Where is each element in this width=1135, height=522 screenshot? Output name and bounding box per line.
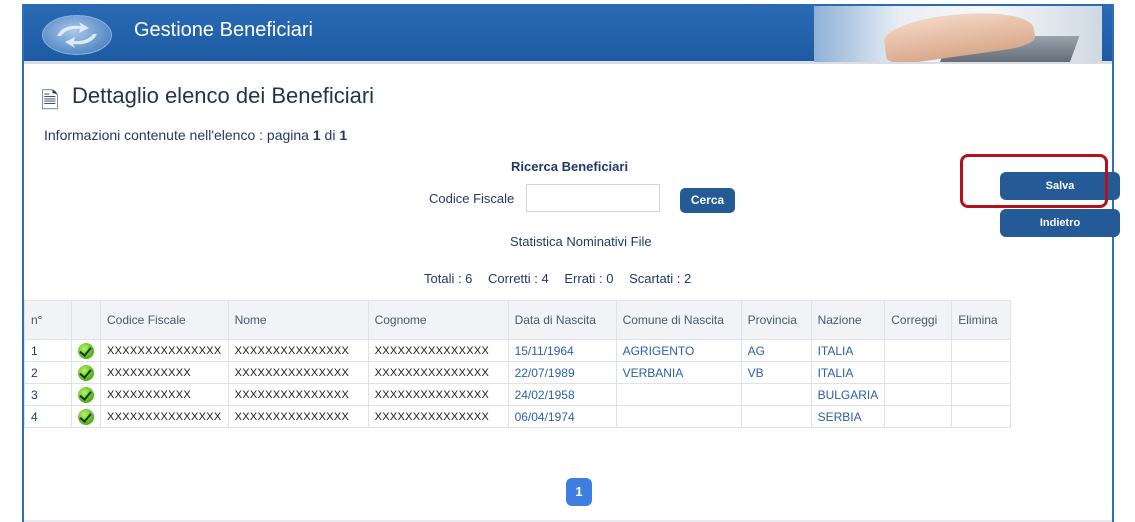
cell-correggi[interactable] bbox=[884, 383, 953, 406]
cell-codice-fiscale: XXXXXXXXXXX bbox=[100, 383, 229, 406]
cell-data-nascita: 22/07/1989 bbox=[507, 361, 617, 384]
cell-comune-nascita: AGRIGENTO bbox=[615, 339, 742, 362]
col-header-nome: Nome bbox=[227, 300, 369, 340]
stat-errati: Errati : 0 bbox=[564, 271, 614, 286]
list-info-page-current: 1 bbox=[312, 127, 321, 143]
list-info-sep: di bbox=[320, 127, 340, 143]
pagination-page-1[interactable]: 1 bbox=[566, 478, 592, 506]
stat-scartati: Scartati : 2 bbox=[629, 271, 692, 286]
cell-n: 1 bbox=[24, 339, 72, 362]
cell-n: 3 bbox=[24, 383, 72, 406]
cell-elimina[interactable] bbox=[951, 383, 1012, 406]
cell-nome: XXXXXXXXXXXXXXX bbox=[227, 361, 369, 384]
cell-nome: XXXXXXXXXXXXXXX bbox=[227, 339, 369, 362]
col-header-nazione: Nazione bbox=[810, 300, 886, 340]
cell-elimina[interactable] bbox=[951, 339, 1012, 362]
col-header-comune-nascita: Comune di Nascita bbox=[615, 300, 742, 340]
cell-cognome: XXXXXXXXXXXXXXX bbox=[367, 405, 509, 428]
document-icon: 🗎 bbox=[41, 88, 59, 113]
cell-codice-fiscale: XXXXXXXXXXX bbox=[100, 361, 229, 384]
cell-cognome: XXXXXXXXXXXXXXX bbox=[367, 339, 509, 362]
cell-status bbox=[71, 383, 101, 406]
cell-elimina[interactable] bbox=[951, 405, 1012, 428]
app-title: Gestione Beneficiari bbox=[134, 19, 313, 41]
table-row: 3 XXXXXXXXXXX XXXXXXXXXXXXXXX XXXXXXXXXX… bbox=[24, 383, 1012, 406]
col-header-cognome: Cognome bbox=[367, 300, 509, 340]
indietro-button[interactable]: Indietro bbox=[1000, 209, 1120, 237]
table-row: 2 XXXXXXXXXXX XXXXXXXXXXXXXXX XXXXXXXXXX… bbox=[24, 361, 1012, 384]
cell-comune-nascita bbox=[615, 383, 742, 406]
cell-elimina[interactable] bbox=[951, 361, 1012, 384]
table-header-row: n° Codice Fiscale Nome Cognome Data di N… bbox=[24, 300, 1012, 340]
codice-fiscale-label: Codice Fiscale bbox=[429, 191, 515, 206]
stat-totali: Totali : 6 bbox=[424, 271, 473, 286]
cell-provincia: AG bbox=[740, 339, 812, 362]
cell-nazione: ITALIA bbox=[810, 361, 886, 384]
app-logo-icon bbox=[42, 15, 112, 55]
statistics-title: Statistica Nominativi File bbox=[510, 234, 652, 249]
cell-codice-fiscale: XXXXXXXXXXXXXXX bbox=[100, 405, 229, 428]
table-row: 1 XXXXXXXXXXXXXXX XXXXXXXXXXXXXXX XXXXXX… bbox=[24, 339, 1012, 362]
cell-correggi[interactable] bbox=[884, 361, 953, 384]
check-ok-icon bbox=[78, 386, 94, 403]
cell-status bbox=[71, 405, 101, 428]
list-info-page-total: 1 bbox=[339, 127, 348, 143]
search-title: Ricerca Beneficiari bbox=[511, 159, 629, 174]
cell-data-nascita: 06/04/1974 bbox=[507, 405, 617, 428]
cell-status bbox=[71, 361, 101, 384]
header-banner-image bbox=[814, 6, 1102, 62]
table-row: 4 XXXXXXXXXXXXXXX XXXXXXXXXXXXXXX XXXXXX… bbox=[24, 405, 1012, 428]
page-title: Dettaglio elenco dei Beneficiari bbox=[72, 83, 375, 108]
cell-correggi[interactable] bbox=[884, 339, 953, 362]
stat-corretti: Corretti : 4 bbox=[488, 271, 549, 286]
beneficiari-table: n° Codice Fiscale Nome Cognome Data di N… bbox=[24, 300, 1012, 428]
app-header: Gestione Beneficiari bbox=[24, 4, 1112, 64]
col-header-correggi: Correggi bbox=[884, 300, 953, 340]
cell-comune-nascita: VERBANIA bbox=[615, 361, 742, 384]
cell-nazione: SERBIA bbox=[810, 405, 886, 428]
cell-status bbox=[71, 339, 101, 362]
cell-cognome: XXXXXXXXXXXXXXX bbox=[367, 383, 509, 406]
check-ok-icon bbox=[78, 408, 94, 425]
cell-provincia bbox=[740, 405, 812, 428]
cerca-button[interactable]: Cerca bbox=[680, 188, 735, 213]
cell-nome: XXXXXXXXXXXXXXX bbox=[227, 383, 369, 406]
list-info-prefix: Informazioni contenute nell'elenco : pag… bbox=[44, 127, 313, 143]
cell-provincia bbox=[740, 383, 812, 406]
col-header-status bbox=[71, 300, 101, 340]
app-frame: Gestione Beneficiari 🗎 Dettaglio elenco … bbox=[22, 4, 1120, 522]
cell-codice-fiscale: XXXXXXXXXXXXXXX bbox=[100, 339, 229, 362]
cell-nome: XXXXXXXXXXXXXXX bbox=[227, 405, 369, 428]
list-info: Informazioni contenute nell'elenco : pag… bbox=[44, 127, 347, 143]
cell-correggi[interactable] bbox=[884, 405, 953, 428]
cell-n: 2 bbox=[24, 361, 72, 384]
check-ok-icon bbox=[78, 342, 94, 359]
col-header-provincia: Provincia bbox=[740, 300, 812, 340]
cell-nazione: BULGARIA bbox=[810, 383, 886, 406]
cell-data-nascita: 15/11/1964 bbox=[507, 339, 617, 362]
col-header-n: n° bbox=[24, 300, 72, 340]
cell-comune-nascita bbox=[615, 405, 742, 428]
statistics-summary: Totali : 6 Corretti : 4 Errati : 0 Scart… bbox=[424, 271, 703, 286]
salva-highlight-box bbox=[960, 154, 1108, 208]
check-ok-icon bbox=[78, 364, 94, 381]
col-header-data-nascita: Data di Nascita bbox=[507, 300, 617, 340]
col-header-codice-fiscale: Codice Fiscale bbox=[100, 300, 229, 340]
cell-provincia: VB bbox=[740, 361, 812, 384]
cell-nazione: ITALIA bbox=[810, 339, 886, 362]
col-header-elimina: Elimina bbox=[951, 300, 1012, 340]
codice-fiscale-input[interactable] bbox=[526, 184, 660, 212]
cell-data-nascita: 24/02/1958 bbox=[507, 383, 617, 406]
cell-n: 4 bbox=[24, 405, 72, 428]
cell-cognome: XXXXXXXXXXXXXXX bbox=[367, 361, 509, 384]
